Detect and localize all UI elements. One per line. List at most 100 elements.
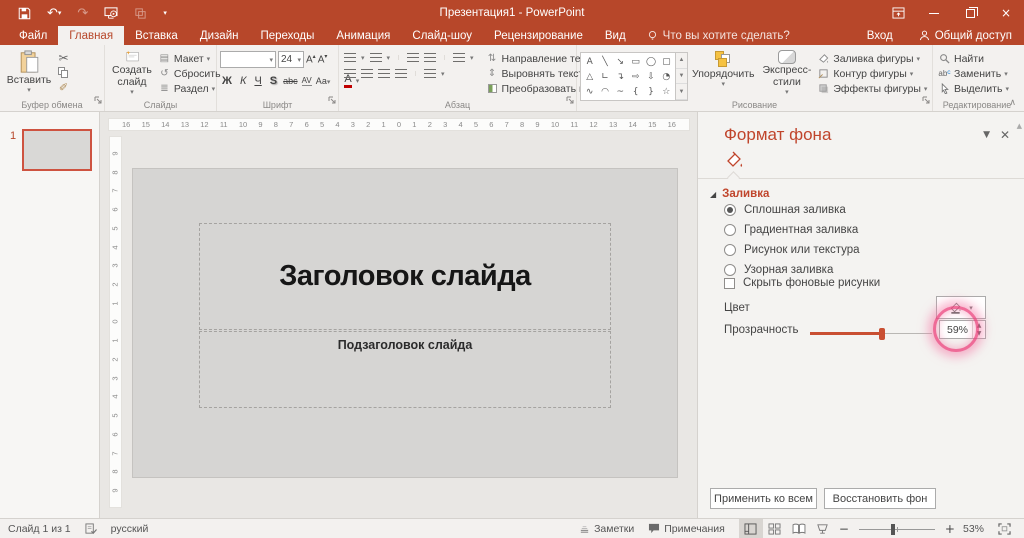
zoom-in-icon[interactable]: + (941, 522, 959, 536)
columns-icon[interactable] (424, 69, 436, 78)
text-shadow-button[interactable]: S (268, 75, 279, 87)
collapse-ribbon-icon[interactable]: ∧ (1009, 98, 1016, 108)
strikethrough-button[interactable]: abc (283, 76, 298, 86)
shape-rectangle-icon[interactable]: ▭ (631, 57, 640, 67)
undo-icon[interactable]: ↶ ▾ (47, 4, 61, 22)
font-name-combobox[interactable]: ▾ (220, 51, 276, 68)
shape-outline-button[interactable]: Контур фигуры ▾ (817, 67, 927, 80)
line-spacing-icon[interactable] (453, 53, 466, 62)
underline-button[interactable]: Ч (252, 75, 263, 87)
shape-elbow-arrow-icon[interactable]: ↴ (617, 72, 625, 82)
reading-view-button[interactable] (787, 519, 811, 538)
redo-icon[interactable]: ↷ (77, 4, 88, 22)
shrink-font-icon[interactable]: А▾ (318, 53, 328, 65)
slider-handle[interactable] (878, 328, 885, 340)
grow-font-icon[interactable]: А▴ (306, 53, 316, 65)
tell-me-search[interactable]: Что вы хотите сделать? (647, 26, 790, 45)
shape-elbow-connector-icon[interactable]: ∟ (601, 72, 609, 82)
cut-icon[interactable]: ✂ (57, 51, 70, 65)
change-case-button[interactable]: Аа▾ (316, 76, 331, 86)
ribbon-display-options-icon[interactable] (880, 0, 916, 26)
align-center-icon[interactable] (361, 69, 373, 78)
shape-fill-button[interactable]: Заливка фигуры ▾ (817, 52, 927, 65)
reset-background-button[interactable]: Восстановить фон (824, 488, 936, 509)
fill-bucket-tab-icon[interactable] (724, 150, 744, 173)
spellcheck-icon[interactable] (85, 522, 97, 535)
bold-button[interactable]: Ж (220, 75, 234, 87)
zoom-slider-handle[interactable] (890, 523, 895, 535)
numbering-icon[interactable] (369, 53, 382, 62)
share-button[interactable]: Общий доступ (907, 30, 1024, 42)
section-button[interactable]: ≣ Раздел ▾ (158, 82, 221, 95)
sign-in-button[interactable]: Вход (853, 30, 907, 42)
justify-icon[interactable] (395, 69, 407, 78)
normal-view-button[interactable] (738, 518, 763, 538)
quick-styles-button[interactable]: Экспресс-стили ▾ (758, 48, 815, 98)
decrease-indent-icon[interactable] (407, 53, 420, 62)
spin-up-icon[interactable]: ▲ (973, 321, 985, 330)
fill-option-radio[interactable]: Сплошная заливка (724, 200, 1014, 220)
ribbon-tab[interactable]: Дизайн (189, 26, 250, 45)
qat-customize-icon[interactable]: ▾ (163, 4, 167, 22)
transparency-spinbox[interactable]: 59% ▲ ▼ (939, 320, 986, 339)
hide-background-checkbox[interactable]: Скрыть фоновые рисунки (724, 277, 880, 289)
find-button[interactable]: Найти (938, 52, 1009, 65)
pane-close-icon[interactable]: ✕ (1000, 128, 1010, 142)
zoom-slider[interactable] (858, 519, 935, 538)
shape-arrow-icon[interactable]: ↘ (617, 57, 625, 67)
shape-left-brace-icon[interactable]: { (633, 87, 639, 97)
shape-text-box-icon[interactable]: A (587, 57, 593, 67)
arrange-button[interactable]: Упорядочить ▾ (688, 48, 758, 98)
reset-button[interactable]: ↺ Сбросить (158, 67, 220, 80)
zoom-out-icon[interactable]: − (835, 522, 853, 536)
slide-canvas[interactable]: Заголовок слайда Подзаголовок слайда (133, 169, 677, 477)
ribbon-tab[interactable]: Главная (58, 26, 125, 45)
restore-button[interactable] (952, 0, 988, 26)
ribbon-tab[interactable]: Вид (594, 26, 637, 45)
apply-to-all-button[interactable]: Применить ко всем (710, 488, 817, 509)
ribbon-tab[interactable]: Слайд-шоу (401, 26, 483, 45)
start-slideshow-icon[interactable] (104, 4, 118, 22)
shape-right-arrow-icon[interactable]: ⇨ (632, 72, 640, 82)
zoom-level[interactable]: 53% (963, 523, 984, 535)
layout-button[interactable]: ▤ Макет ▾ (158, 52, 221, 65)
fill-section-header[interactable]: ◢ Заливка (710, 188, 769, 200)
shape-triangle-icon[interactable]: △ (586, 72, 593, 82)
shape-pie-icon[interactable]: ◔ (662, 72, 670, 82)
fill-option-radio[interactable]: Рисунок или текстура (724, 240, 1014, 260)
fit-slide-to-window-icon[interactable] (992, 519, 1016, 538)
paste-button[interactable]: Вставить ▾ (3, 48, 55, 98)
pane-options-icon[interactable]: ▼ (983, 130, 990, 140)
bullets-icon[interactable] (344, 53, 356, 62)
fill-option-radio[interactable]: Градиентная заливка (724, 220, 1014, 240)
shape-effects-button[interactable]: Эффекты фигуры ▾ (817, 82, 927, 95)
subtitle-placeholder[interactable]: Подзаголовок слайда (199, 331, 611, 408)
shapes-more-icon[interactable]: ▼ (676, 84, 687, 101)
shape-rounded-rectangle-icon[interactable]: ▢ (662, 57, 671, 67)
shapes-scroll-up-icon[interactable]: ▲ (676, 53, 687, 69)
format-painter-icon[interactable]: ✐ (57, 81, 70, 94)
tab-file[interactable]: Файл (8, 26, 58, 45)
shape-line-icon[interactable]: ╲ (602, 57, 607, 67)
shape-scribble-icon[interactable]: ∿ (586, 87, 594, 97)
italic-button[interactable]: К (238, 75, 248, 87)
shape-star-icon[interactable]: ☆ (662, 87, 670, 97)
align-left-icon[interactable] (344, 69, 356, 78)
shape-arc-icon[interactable]: ◠ (601, 87, 609, 97)
shape-curve-icon[interactable]: ~ (617, 87, 625, 97)
character-spacing-button[interactable]: AV (301, 76, 312, 86)
slideshow-view-button[interactable] (811, 519, 835, 538)
title-placeholder[interactable]: Заголовок слайда (199, 223, 611, 330)
ribbon-tab[interactable]: Переходы (249, 26, 325, 45)
ribbon-tab[interactable]: Рецензирование (483, 26, 594, 45)
copy-icon[interactable] (57, 67, 70, 79)
slide-thumbnail[interactable] (22, 129, 92, 171)
slide-sorter-view-button[interactable] (763, 519, 787, 538)
replace-button[interactable]: ab c Заменить ▾ (938, 67, 1009, 80)
shape-right-brace-icon[interactable]: } (648, 87, 654, 97)
font-size-combobox[interactable]: 24 ▾ (278, 51, 304, 68)
transparency-slider[interactable] (810, 328, 932, 340)
pane-scrollbar-up-icon[interactable]: ▲ (1017, 122, 1022, 130)
touch-mode-icon[interactable] (134, 4, 147, 22)
increase-indent-icon[interactable] (424, 53, 437, 62)
